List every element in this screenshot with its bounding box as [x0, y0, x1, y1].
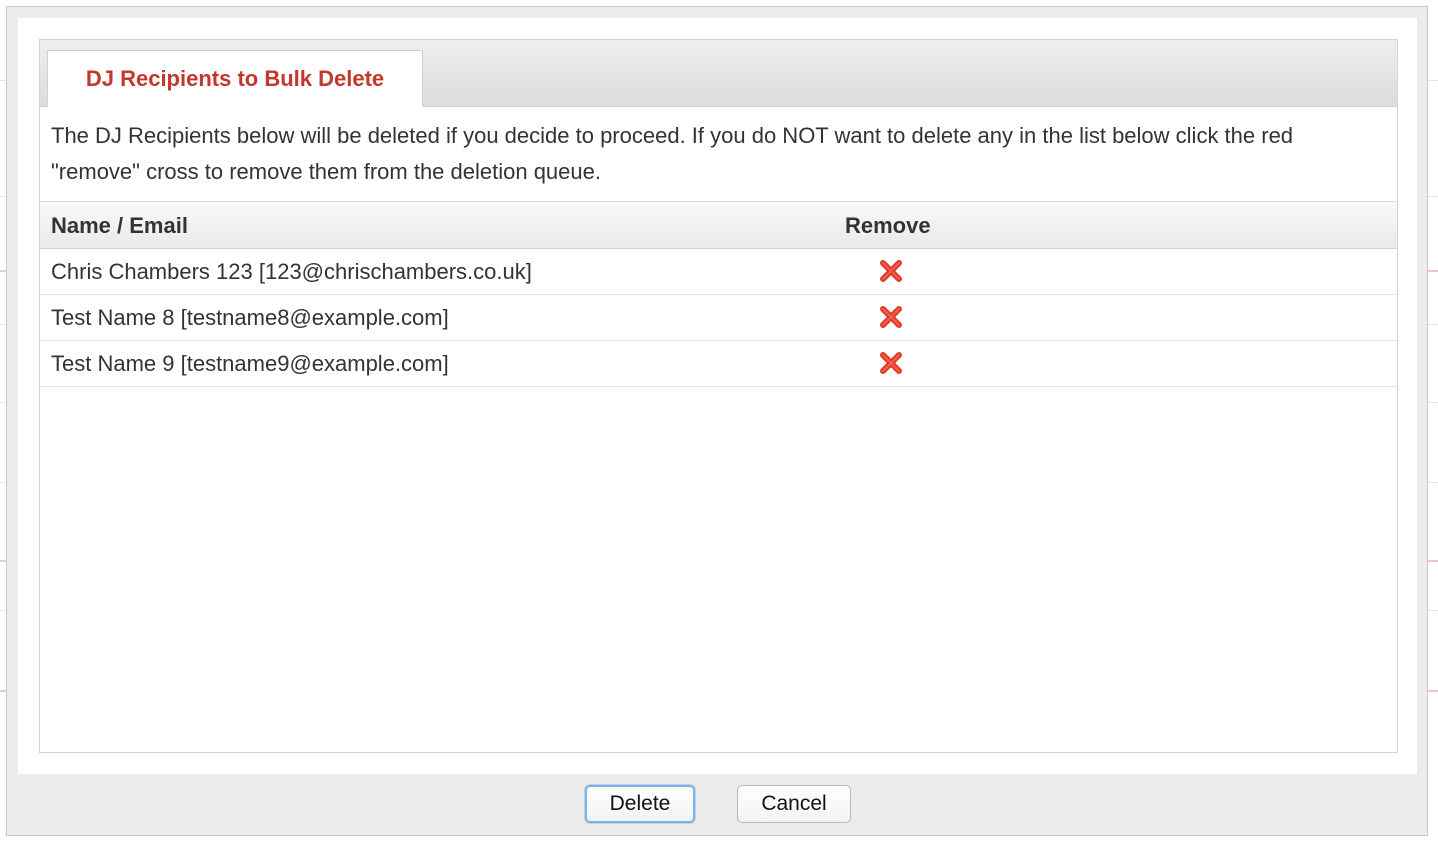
column-header-name-email: Name / Email	[51, 213, 188, 238]
tab-dj-recipients-bulk-delete[interactable]: DJ Recipients to Bulk Delete	[47, 50, 423, 107]
table-header: Name / Email Remove	[40, 201, 1397, 249]
dialog-content: DJ Recipients to Bulk Delete The DJ Reci…	[18, 18, 1417, 774]
red-cross-icon[interactable]	[878, 304, 904, 330]
red-cross-icon[interactable]	[878, 258, 904, 284]
red-cross-icon[interactable]	[878, 350, 904, 376]
table-row: Test Name 8 [testname8@example.com]	[40, 295, 1397, 341]
delete-button[interactable]: Delete	[585, 785, 695, 823]
cancel-button[interactable]: Cancel	[737, 785, 851, 823]
column-header-remove: Remove	[845, 213, 931, 238]
intro-text: The DJ Recipients below will be deleted …	[51, 123, 1294, 184]
recipient-name-email: Chris Chambers 123 [123@chrischambers.co…	[51, 259, 532, 284]
table-row: Test Name 9 [testname9@example.com]	[40, 341, 1397, 387]
recipient-name-email: Test Name 9 [testname9@example.com]	[51, 351, 449, 376]
delete-button-label: Delete	[609, 792, 671, 815]
bulk-delete-dialog: DJ Recipients to Bulk Delete The DJ Reci…	[6, 6, 1428, 836]
cancel-button-label: Cancel	[761, 792, 827, 815]
tab-bar: DJ Recipients to Bulk Delete	[40, 40, 1397, 107]
recipient-name-email: Test Name 8 [testname8@example.com]	[51, 305, 449, 330]
tab-label: DJ Recipients to Bulk Delete	[85, 66, 385, 91]
tab-panel: DJ Recipients to Bulk Delete The DJ Reci…	[39, 39, 1398, 753]
table-row: Chris Chambers 123 [123@chrischambers.co…	[40, 249, 1397, 295]
